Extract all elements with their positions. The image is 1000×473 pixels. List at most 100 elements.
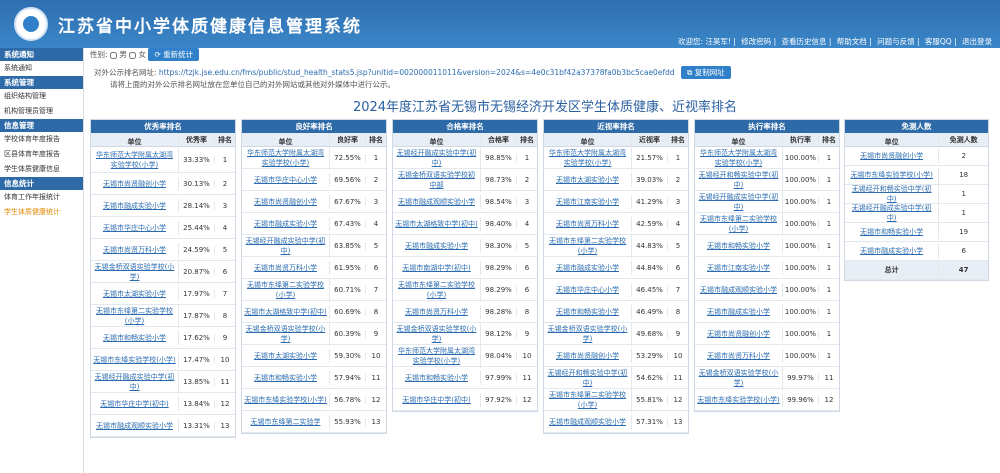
unit-link[interactable]: 无锡市尚贤万科小学	[556, 220, 619, 228]
unit-link[interactable]: 无锡市融成实验小学	[860, 247, 923, 255]
unit-link[interactable]: 无锡金桥双语实验学校(小学)	[95, 263, 175, 281]
unit-link[interactable]: 无锡市东绛第二实验学	[251, 418, 321, 426]
unit-link[interactable]: 无锡经开融成实验中学(初中)	[699, 193, 779, 211]
unit-link[interactable]: 无锡市东绛第二实验学校(小学)	[96, 307, 173, 325]
unit-link[interactable]: 无锡市太湖格致中学(初中)	[395, 220, 477, 228]
unit-link[interactable]: 无锡市融成实验小学	[103, 202, 166, 210]
unit-link[interactable]: 无锡市融成实验小学	[405, 242, 468, 250]
logout-link[interactable]: 退出登录	[962, 37, 992, 46]
sidebar-item-work-stats[interactable]: 体育工作年报统计	[0, 190, 83, 205]
unit-link[interactable]: 无锡市和畅实验小学	[103, 334, 166, 342]
unit-link[interactable]: 无锡经开融成实验中学(初中)	[852, 204, 932, 222]
unit-link[interactable]: 无锡市东绛实验学校(小学)	[93, 356, 175, 364]
table-row: 华东师范大学附属太湖湾实验学校(小学) 72.55% 1	[242, 145, 386, 170]
unit-link[interactable]: 无锡市太湖格致中学(初中)	[244, 308, 326, 316]
unit-link[interactable]: 无锡经开融成实验中学(初中)	[246, 237, 326, 255]
count-cell: 6	[961, 247, 966, 255]
sidebar-section-info[interactable]: 信息管理	[0, 119, 83, 132]
sidebar-item-student-health[interactable]: 学生体质健康信息	[0, 162, 83, 177]
sidebar-section-stats[interactable]: 信息统计	[0, 177, 83, 190]
unit-link[interactable]: 无锡市和畅实验小学	[405, 374, 468, 382]
unit-link[interactable]: 无锡市东绛第二实验学校(小学)	[247, 281, 324, 299]
unit-link[interactable]: 无锡市东绛第二实验学校(小学)	[398, 281, 475, 299]
male-checkbox[interactable]	[109, 51, 117, 59]
unit-link[interactable]: 无锡市东绛实验学校(小学)	[244, 396, 326, 404]
unit-link[interactable]: 无锡市融成观顺实验小学	[700, 286, 777, 294]
unit-link[interactable]: 无锡市融成实验小学	[556, 264, 619, 272]
unit-link[interactable]: 无锡金桥双语实验学校(小学)	[699, 369, 779, 387]
rank-cell: 10	[673, 351, 683, 360]
unit-link[interactable]: 无锡市和畅实验小学	[707, 242, 770, 250]
unit-link[interactable]: 华东师范大学附属太湖湾实验学校(小学)	[398, 347, 475, 365]
unit-link[interactable]: 无锡市华庄中学(初中)	[100, 400, 168, 408]
sidebar-item-admin[interactable]: 机构管理员管理	[0, 104, 83, 119]
unit-link[interactable]: 华东师范大学附属太湖湾实验学校(小学)	[96, 151, 173, 169]
sidebar-item-org[interactable]: 组织结构管理	[0, 89, 83, 104]
unit-link[interactable]: 无锡市尚贤万科小学	[707, 352, 770, 360]
unit-link[interactable]: 无锡市融成实验小学	[707, 308, 770, 316]
unit-link[interactable]: 无锡市东绛第二实验学校(小学)	[700, 215, 777, 233]
help-doc-link[interactable]: 帮助文档	[837, 37, 867, 46]
rank-cell: 8	[524, 307, 530, 316]
unit-link[interactable]: 无锡市华庄中心小学	[103, 224, 166, 232]
sidebar-item-school-report[interactable]: 学校体育年度报告	[0, 132, 83, 147]
recount-button[interactable]: ⟳ 重新统计	[148, 48, 200, 61]
unit-link[interactable]: 无锡市和畅实验小学	[556, 308, 619, 316]
copy-url-button[interactable]: ⧉ 复制网址	[681, 66, 731, 79]
unit-link[interactable]: 无锡市尚贤融创小学	[860, 152, 923, 160]
unit-link[interactable]: 无锡市东绛第二实验学校(小学)	[549, 391, 626, 409]
unit-link[interactable]: 无锡市东绛第二实验学校(小学)	[549, 237, 626, 255]
change-password-link[interactable]: 修改密码	[741, 37, 771, 46]
exempt-table-title: 免测人数	[845, 120, 988, 133]
unit-link[interactable]: 无锡市太湖实验小学	[103, 290, 166, 298]
unit-link[interactable]: 无锡市尚贤融创小学	[254, 198, 317, 206]
unit-link[interactable]: 无锡经开和畅实验中学(初中)	[548, 369, 628, 387]
sidebar-section-notice[interactable]: 系统通知	[0, 48, 83, 61]
feedback-link[interactable]: 问题与反馈	[877, 37, 915, 46]
unit-link[interactable]: 无锡市融成观顺实验小学	[398, 198, 475, 206]
unit-link[interactable]: 无锡市融成观顺实验小学	[96, 422, 173, 430]
unit-link[interactable]: 无锡市东绛实验学校(小学)	[850, 171, 932, 179]
unit-link[interactable]: 无锡市江南实验小学	[707, 264, 770, 272]
unit-link[interactable]: 无锡金桥双语实验学校(小学)	[397, 325, 477, 343]
unit-link[interactable]: 无锡市南湖中学(初中)	[402, 264, 470, 272]
unit-link[interactable]: 无锡市融成观顺实验小学	[549, 418, 626, 426]
unit-link[interactable]: 无锡市华庄中心小学	[556, 286, 619, 294]
unit-link[interactable]: 华东师范大学附属太湖湾实验学校(小学)	[549, 149, 626, 167]
unit-link[interactable]: 无锡金桥双语实验学校(小学)	[548, 325, 628, 343]
unit-link[interactable]: 无锡经开和畅实验中学(初中)	[699, 171, 779, 189]
unit-link[interactable]: 无锡市华庄中学(初中)	[402, 396, 470, 404]
unit-link[interactable]: 华东师范大学附属太湖湾实验学校(小学)	[700, 149, 777, 167]
unit-link[interactable]: 无锡市江南实验小学	[556, 198, 619, 206]
share-url-link[interactable]: https://tzjk.jse.edu.cn/fms/public/stud_…	[159, 68, 675, 77]
unit-link[interactable]: 无锡市太湖实验小学	[556, 176, 619, 184]
unit-link[interactable]: 无锡市尚贤万科小学	[405, 308, 468, 316]
rate-cell: 56.78%	[330, 395, 366, 404]
unit-link[interactable]: 无锡市尚贤万科小学	[103, 246, 166, 254]
sidebar-item-notice[interactable]: 系统通知	[0, 61, 83, 76]
unit-link[interactable]: 无锡经开融成实验中学(初中)	[95, 373, 175, 391]
sidebar-item-county-report[interactable]: 区县体育年度报告	[0, 147, 83, 162]
unit-link[interactable]: 无锡市华庄中心小学	[254, 176, 317, 184]
unit-link[interactable]: 无锡市尚贤万科小学	[254, 264, 317, 272]
qq-service-link[interactable]: 客服QQ	[925, 37, 952, 46]
exempt-table-header: 单位 免测人数	[845, 133, 988, 147]
female-checkbox[interactable]	[129, 51, 137, 59]
unit-link[interactable]: 无锡金桥双语实验学校初中部	[398, 171, 475, 189]
unit-link[interactable]: 无锡市尚贤融创小学	[707, 330, 770, 338]
sidebar-item-health-stats[interactable]: 学生体质健康统计	[0, 205, 83, 220]
rank-cell: 5	[524, 241, 530, 250]
unit-link[interactable]: 华东师范大学附属太湖湾实验学校(小学)	[247, 149, 324, 167]
unit-link[interactable]: 无锡市尚贤融创小学	[103, 180, 166, 188]
unit-link[interactable]: 无锡市东绛实验学校(小学)	[697, 396, 779, 404]
unit-link[interactable]: 无锡市太湖实验小学	[254, 352, 317, 360]
exempt-total-row: 总计 47	[845, 261, 988, 280]
unit-link[interactable]: 无锡市融成实验小学	[254, 220, 317, 228]
unit-link[interactable]: 无锡市尚贤融创小学	[556, 352, 619, 360]
unit-link[interactable]: 无锡市和畅实验小学	[860, 228, 923, 236]
unit-link[interactable]: 无锡金桥双语实验学校(小学)	[246, 325, 326, 343]
unit-link[interactable]: 无锡经开融成实验中学(初中)	[397, 149, 477, 167]
history-link[interactable]: 查看历史信息	[782, 37, 827, 46]
unit-link[interactable]: 无锡市和畅实验小学	[254, 374, 317, 382]
sidebar-section-system[interactable]: 系统管理	[0, 76, 83, 89]
